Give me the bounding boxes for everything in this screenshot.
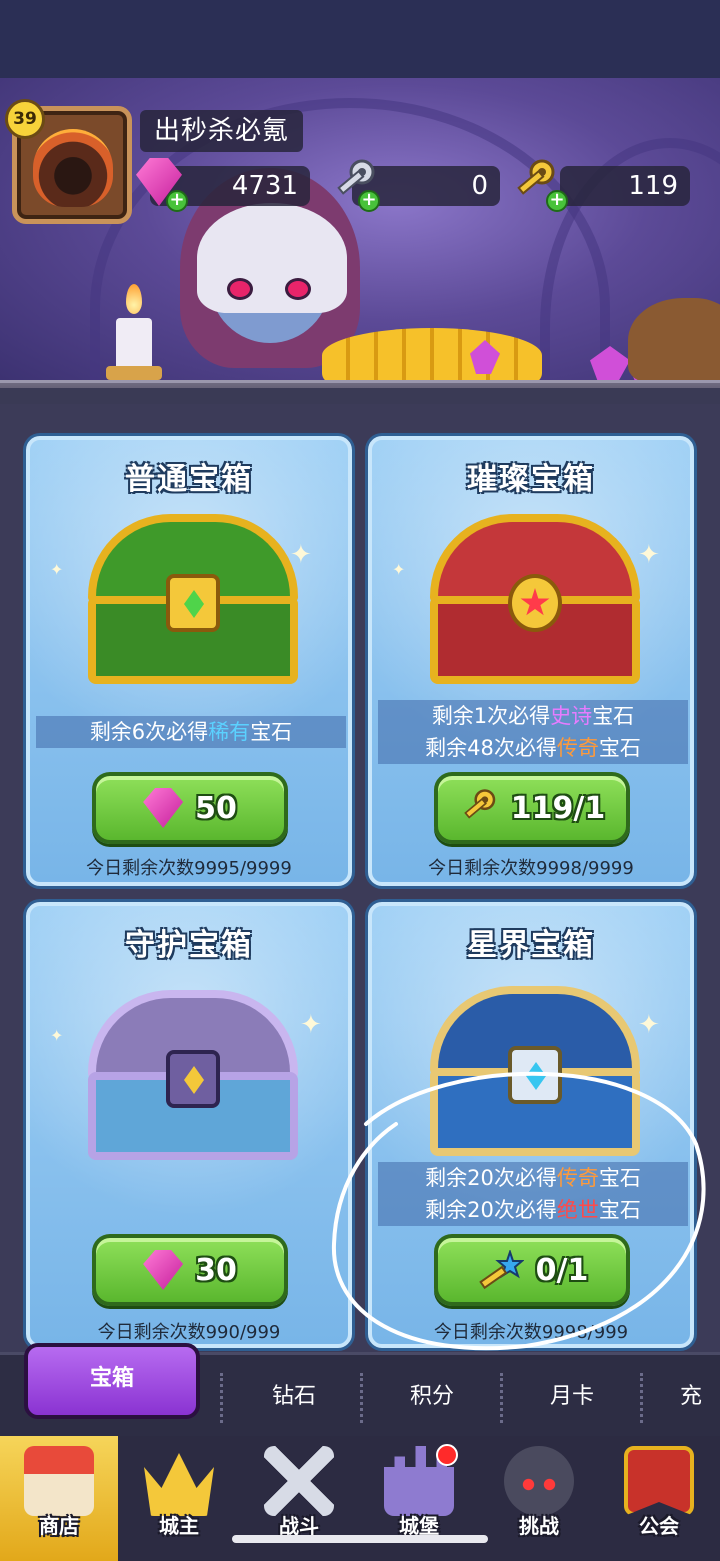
demon-mask-icon bbox=[504, 1446, 574, 1516]
buy-guardian-chest-button[interactable]: 30 bbox=[92, 1234, 288, 1306]
add-gold-keys-button[interactable]: + bbox=[546, 190, 568, 212]
guild-banner-icon bbox=[624, 1446, 694, 1516]
tab-monthly-card[interactable]: 月卡 bbox=[512, 1377, 632, 1417]
guarantee-info: 剩余20次必得传奇宝石 剩余20次必得绝世宝石 bbox=[378, 1162, 688, 1226]
guarantee-info: 剩余6次必得稀有宝石 bbox=[36, 716, 346, 748]
chest-title: 星界宝箱 bbox=[467, 928, 595, 963]
tab-divider bbox=[640, 1373, 643, 1423]
crown-icon bbox=[144, 1453, 214, 1516]
nav-lord[interactable]: 城主 bbox=[120, 1436, 238, 1561]
sparkle-icon: ✦ bbox=[290, 540, 312, 570]
shop-banner: 39 出秒杀必氪 4731 + 0 + 119 + bbox=[0, 78, 720, 388]
daily-remaining-count: 今日剩余次数9995/9999 bbox=[86, 858, 292, 879]
chest-card-astral[interactable]: 星界宝箱 ✦ 剩余20次必得传奇宝石 剩余20次必得绝世宝石 0/1 今日剩余次… bbox=[368, 902, 694, 1348]
sparkle-icon: ✦ bbox=[50, 1026, 64, 1045]
daily-remaining-count: 今日剩余次数9998/999 bbox=[433, 1322, 629, 1343]
guarantee-line: 剩余20次必得传奇宝石 bbox=[425, 1166, 641, 1190]
chest-shop-grid: 普通宝箱 ✦ ✦ 剩余6次必得稀有宝石 50 今日剩余次数9995/9999 璀… bbox=[0, 404, 720, 1352]
shop-subtabs: 宝箱 钻石 积分 月卡 充 bbox=[0, 1343, 720, 1436]
fire-golem-portrait bbox=[33, 129, 113, 207]
chest-title: 璀璨宝箱 bbox=[467, 462, 595, 497]
gem-icon bbox=[143, 788, 184, 828]
crossed-swords-icon bbox=[264, 1446, 334, 1516]
price-label: 119/1 bbox=[510, 790, 606, 826]
guarantee-info: 剩余1次必得史诗宝石 剩余48次必得传奇宝石 bbox=[378, 700, 688, 764]
shop-icon bbox=[24, 1446, 94, 1516]
dragon-chest-icon bbox=[88, 990, 298, 1160]
sparkle-icon: ✦ bbox=[638, 540, 660, 570]
price-label: 30 bbox=[195, 1252, 237, 1288]
tab-divider bbox=[220, 1373, 223, 1423]
tab-divider bbox=[500, 1373, 503, 1423]
tab-points[interactable]: 积分 bbox=[372, 1377, 492, 1417]
star-key-icon bbox=[478, 1250, 524, 1290]
sparkle-icon: ✦ bbox=[392, 560, 406, 579]
tab-chests[interactable]: 宝箱 bbox=[24, 1343, 200, 1419]
chest-card-brilliant[interactable]: 璀璨宝箱 ✦ ✦ 剩余1次必得史诗宝石 剩余48次必得传奇宝石 119/1 今日… bbox=[368, 436, 694, 886]
nav-label: 城主 bbox=[159, 1514, 199, 1538]
buy-astral-chest-button[interactable]: 0/1 bbox=[434, 1234, 630, 1306]
chest-title: 普通宝箱 bbox=[125, 462, 253, 497]
tab-divider bbox=[360, 1373, 363, 1423]
price-label: 0/1 bbox=[535, 1252, 589, 1288]
add-gems-button[interactable]: + bbox=[166, 190, 188, 212]
chest-title: 守护宝箱 bbox=[125, 928, 253, 963]
treasure-bag bbox=[628, 298, 720, 383]
status-bar bbox=[0, 0, 720, 78]
candle-flame bbox=[126, 284, 142, 314]
nav-shop[interactable]: 商店 bbox=[0, 1436, 118, 1561]
guarantee-line: 剩余6次必得稀有宝石 bbox=[89, 720, 293, 744]
guarantee-line: 剩余20次必得绝世宝石 bbox=[425, 1198, 641, 1222]
tab-recharge[interactable]: 充 bbox=[680, 1377, 720, 1417]
chest-card-common[interactable]: 普通宝箱 ✦ ✦ 剩余6次必得稀有宝石 50 今日剩余次数9995/9999 bbox=[26, 436, 352, 886]
gold-key-counter: 119 bbox=[560, 166, 690, 206]
shelf bbox=[0, 380, 720, 388]
daily-remaining-count: 今日剩余次数990/999 bbox=[97, 1322, 281, 1343]
gold-key-icon bbox=[464, 789, 496, 819]
nav-challenge[interactable]: 挑战 bbox=[480, 1436, 598, 1561]
sparkle-icon: ✦ bbox=[300, 1010, 322, 1040]
gem-icon bbox=[143, 1250, 184, 1290]
player-level-badge: 39 bbox=[5, 99, 45, 139]
player-name: 出秒杀必氪 bbox=[140, 110, 304, 152]
astral-chest-icon bbox=[430, 986, 640, 1156]
tab-diamonds[interactable]: 钻石 bbox=[234, 1377, 354, 1417]
sparkle-icon: ✦ bbox=[50, 560, 64, 579]
price-label: 50 bbox=[195, 790, 237, 826]
candle-holder bbox=[106, 366, 162, 380]
guarantee-line: 剩余48次必得传奇宝石 bbox=[425, 736, 641, 760]
nav-label: 挑战 bbox=[519, 1514, 559, 1538]
home-indicator[interactable] bbox=[232, 1535, 488, 1543]
candle bbox=[116, 318, 152, 373]
buy-common-chest-button[interactable]: 50 bbox=[92, 772, 288, 844]
nav-guild[interactable]: 公会 bbox=[600, 1436, 718, 1561]
nav-label: 公会 bbox=[639, 1514, 679, 1538]
sparkle-icon: ✦ bbox=[638, 1010, 660, 1040]
red-chest-icon bbox=[430, 514, 640, 684]
green-chest-icon bbox=[88, 514, 298, 684]
daily-remaining-count: 今日剩余次数9998/9999 bbox=[428, 858, 634, 879]
add-silver-keys-button[interactable]: + bbox=[358, 190, 380, 212]
gold-coin-pile bbox=[322, 328, 542, 383]
nav-label: 商店 bbox=[39, 1514, 79, 1538]
notification-dot bbox=[436, 1444, 458, 1466]
chest-card-guardian[interactable]: 守护宝箱 ✦ ✦ 30 今日剩余次数990/999 bbox=[26, 902, 352, 1348]
buy-brilliant-chest-button[interactable]: 119/1 bbox=[434, 772, 630, 844]
guarantee-line: 剩余1次必得史诗宝石 bbox=[431, 704, 635, 728]
